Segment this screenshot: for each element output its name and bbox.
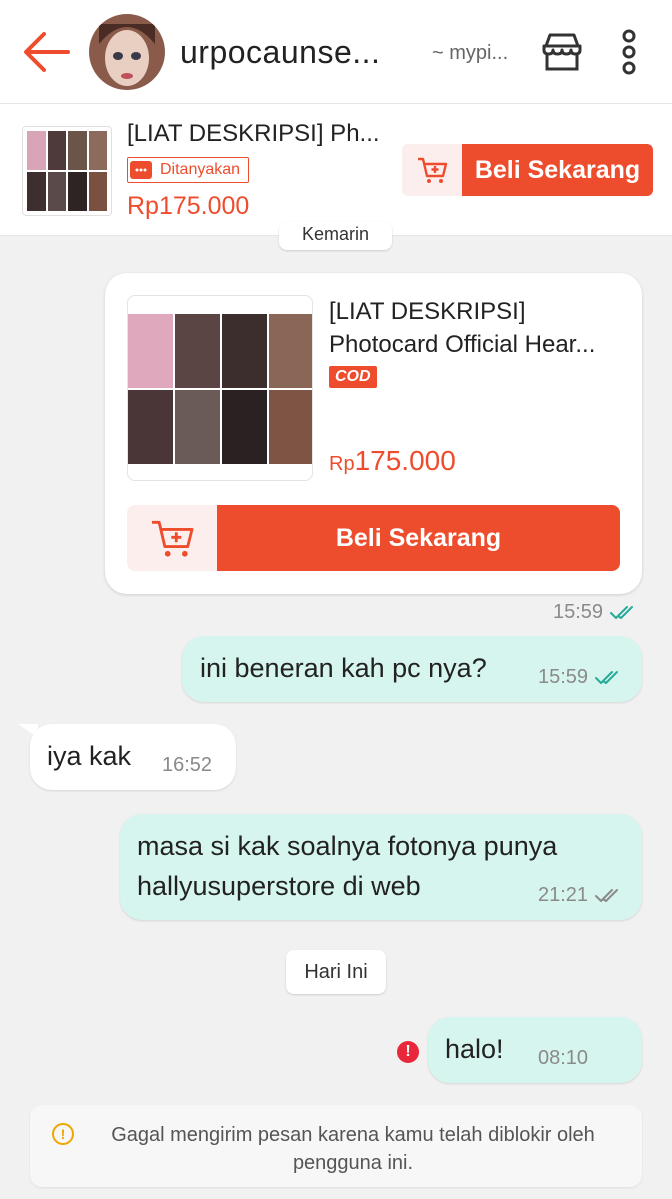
double-check-icon (610, 605, 634, 619)
cod-badge: COD (329, 366, 377, 388)
message-meta: 08:10 (538, 1047, 588, 1070)
message-text: masa si kak soalnya fotonya punya (137, 831, 558, 861)
chat-bubble-icon (130, 161, 152, 179)
buy-now-button[interactable]: Beli Sekarang (217, 505, 620, 571)
add-to-cart-button[interactable] (127, 505, 217, 571)
product-card-price: Rp175.000 (329, 445, 456, 476)
message-time: 15:59 (553, 601, 604, 623)
message-time: 08:10 (538, 1047, 589, 1069)
date-chip: Kemarin (279, 222, 392, 250)
error-icon[interactable]: ! (397, 1041, 419, 1063)
chat-header: urpocaunse... ~ mypi... (0, 0, 672, 104)
product-bar: [LIAT DESKRIPSI] Ph... Ditanyakan Rp175.… (0, 104, 672, 236)
message-bubble-outgoing[interactable]: masa si kak soalnya fotonya punya hallyu… (120, 814, 642, 920)
message-time: 16:52 (162, 754, 213, 776)
product-card-image[interactable] (127, 295, 313, 481)
product-thumbnail[interactable] (22, 126, 112, 216)
status-badge-label: Ditanyakan (160, 161, 241, 178)
message-meta: 21:21 (538, 884, 624, 907)
more-vertical-icon[interactable] (616, 28, 642, 76)
message-bubble-outgoing[interactable]: halo! 08:10 (428, 1017, 642, 1083)
date-chip: Hari Ini (286, 950, 386, 994)
message-text: ini beneran kah pc nya? (200, 653, 487, 683)
product-card-message[interactable]: [LIAT DESKRIPSI] Photocard Official Hear… (105, 273, 642, 594)
warning-icon: ! (52, 1123, 74, 1145)
message-time: 21:21 (538, 884, 589, 906)
message-bubble-outgoing[interactable]: ini beneran kah pc nya? 15:59 (182, 636, 642, 702)
message-meta: 15:59 (553, 601, 639, 624)
avatar[interactable] (89, 14, 165, 90)
message-meta: 16:52 (162, 754, 212, 777)
message-time: 15:59 (538, 666, 589, 688)
arrow-left-icon[interactable] (20, 28, 72, 76)
double-check-icon (595, 888, 619, 902)
double-check-icon (595, 670, 619, 684)
message-text: halo! (445, 1034, 504, 1064)
message-bubble-incoming[interactable]: iya kak 16:52 (30, 724, 236, 790)
product-card-title[interactable]: [LIAT DESKRIPSI] Photocard Official Hear… (329, 295, 629, 361)
shop-icon[interactable] (540, 30, 584, 74)
message-meta: 15:59 (538, 666, 624, 689)
blocked-notice: ! Gagal mengirim pesan karena kamu telah… (30, 1105, 642, 1187)
chat-username[interactable]: urpocaunse... (180, 34, 380, 71)
add-to-cart-icon (152, 520, 194, 557)
product-price: Rp175.000 (127, 192, 250, 220)
add-to-cart-button[interactable] (402, 144, 462, 196)
message-text: iya kak (47, 741, 132, 771)
message-text: hallyusuperstore di web (137, 871, 421, 901)
buy-now-button[interactable]: Beli Sekarang (462, 144, 653, 196)
add-to-cart-icon (418, 157, 448, 183)
blocked-notice-text: Gagal mengirim pesan karena kamu telah d… (111, 1124, 595, 1174)
status-badge: Ditanyakan (127, 157, 250, 183)
chat-subname: ~ mypi... (432, 42, 509, 64)
product-title[interactable]: [LIAT DESKRIPSI] Ph... (127, 120, 380, 148)
